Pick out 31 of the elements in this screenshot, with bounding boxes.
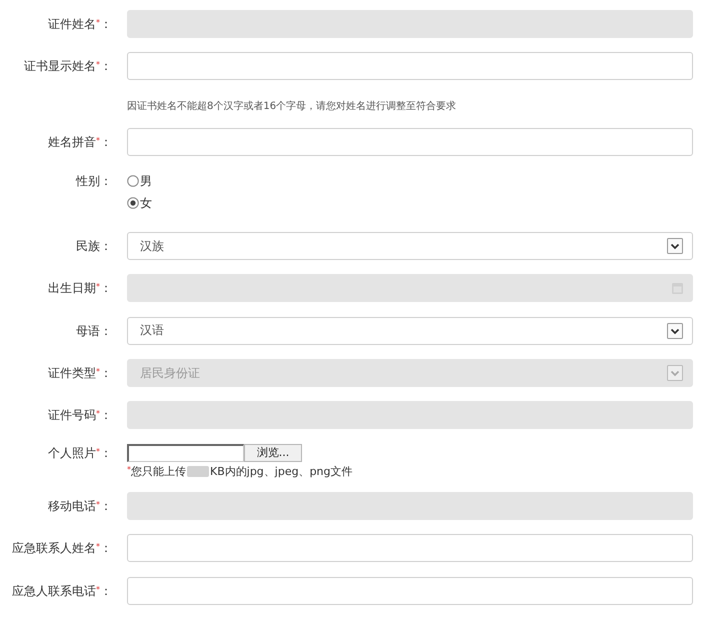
upload-note: $^{*}$您只能上传	[127, 464, 186, 478]
field-label: 应急联系人姓名$^{*}$：	[12, 540, 112, 558]
text-field[interactable]	[127, 128, 693, 156]
radio-button[interactable]	[127, 174, 139, 187]
field-label: 个人照片$^{*}$：	[48, 444, 112, 462]
field-label: 母语：	[76, 322, 112, 340]
radio-label[interactable]: 女	[140, 196, 152, 210]
redaction-block	[187, 466, 209, 477]
radio-button[interactable]	[127, 196, 139, 209]
hint-text: 因证书姓名不能超8个汉字或者16个字母，请您对姓名进行调整至符合要求	[127, 100, 456, 114]
text-field[interactable]	[127, 534, 693, 562]
chevron-down-icon[interactable]	[667, 322, 683, 339]
field-label: 应急人联系电话$^{*}$：	[12, 582, 112, 600]
field-label: 民族：	[76, 238, 112, 256]
field-label: 出生日期$^{*}$：	[48, 280, 112, 298]
field-label: 性别：	[76, 172, 112, 190]
field-label: 证件姓名$^{*}$：	[48, 16, 112, 33]
select-field[interactable]: 汉语	[127, 316, 693, 345]
text-field[interactable]	[127, 52, 693, 80]
field-label: 证书显示姓名$^{*}$：	[24, 58, 112, 76]
radio-label[interactable]: 男	[140, 174, 152, 188]
text-field[interactable]	[127, 576, 693, 605]
field-label: 证件号码$^{*}$：	[48, 407, 112, 424]
upload-note: KB内的jpg、jpeg、png文件	[210, 464, 353, 478]
field-label: 证件类型$^{*}$：	[48, 365, 112, 382]
chevron-down-icon[interactable]	[667, 238, 683, 254]
file-path-field[interactable]	[127, 444, 244, 462]
browse-button[interactable]: 浏览...	[244, 444, 302, 462]
select-field[interactable]: 汉族	[127, 232, 693, 260]
field-label: 姓名拼音$^{*}$：	[48, 134, 112, 151]
field-label: 移动电话$^{*}$：	[48, 498, 112, 515]
